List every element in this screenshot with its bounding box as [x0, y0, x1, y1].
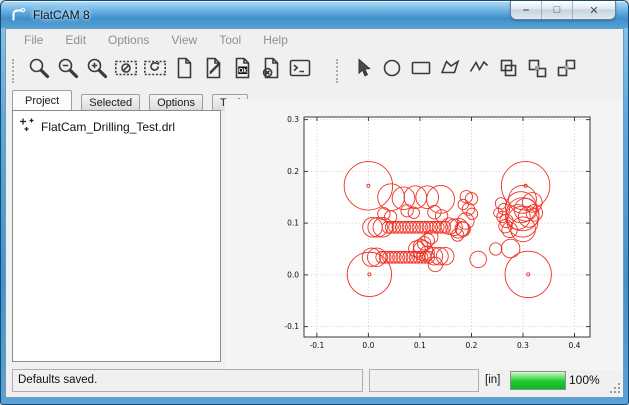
- zoom-in-icon: [85, 56, 109, 85]
- svg-text:Ok: Ok: [238, 68, 247, 75]
- save-ok-icon: Ok: [230, 56, 254, 85]
- zoom-out-icon: [56, 56, 80, 85]
- replot-button[interactable]: [140, 57, 169, 85]
- draw-circle-button[interactable]: [377, 57, 406, 85]
- zoom-fit-button[interactable]: [24, 57, 53, 85]
- draw-path-icon: [467, 56, 491, 85]
- zoom-fit-icon: [27, 56, 51, 85]
- units-label: [in]: [485, 369, 500, 392]
- svg-text:0.0: 0.0: [362, 341, 374, 350]
- progress-percent-label: 100%: [569, 369, 600, 392]
- window-title: FlatCAM 8: [33, 8, 90, 22]
- resize-grip[interactable]: [610, 383, 620, 393]
- edit-script-icon: [201, 56, 225, 85]
- replot-icon: [143, 56, 167, 85]
- tree-item-label: FlatCam_Drilling_Test.drl: [41, 120, 175, 134]
- svg-text:-0.1: -0.1: [284, 322, 299, 331]
- draw-rectangle-icon: [409, 56, 433, 85]
- tab-bar: ProjectSelectedOptionsTool: [12, 90, 257, 111]
- delete-object-icon: [259, 56, 283, 85]
- toolbar-group-2: [330, 56, 580, 86]
- move-objects-button[interactable]: [551, 57, 580, 85]
- menu-bar: FileEditOptionsViewToolHelp: [6, 29, 623, 52]
- svg-text:0.2: 0.2: [466, 341, 478, 350]
- toolbar-handle[interactable]: [336, 59, 341, 83]
- svg-text:0.3: 0.3: [287, 115, 299, 124]
- copy-geometry-button[interactable]: [522, 57, 551, 85]
- clear-plot-button[interactable]: [111, 57, 140, 85]
- svg-text:0.1: 0.1: [414, 341, 426, 350]
- draw-rectangle-button[interactable]: [406, 57, 435, 85]
- title-bar[interactable]: FlatCAM 8 –□✕: [1, 1, 628, 28]
- client-area: FileEditOptionsViewToolHelp Ok ProjectSe…: [5, 28, 624, 398]
- menu-edit[interactable]: Edit: [54, 29, 97, 52]
- close-button[interactable]: ✕: [572, 1, 615, 19]
- delete-object-button[interactable]: [256, 57, 285, 85]
- drill-marks-icon: [19, 117, 35, 136]
- copy-objects-icon: [496, 56, 520, 85]
- app-window: FlatCAM 8 –□✕ FileEditOptionsViewToolHel…: [0, 0, 629, 405]
- project-tree[interactable]: FlatCam_Drilling_Test.drl: [12, 110, 221, 362]
- toolbar-group-1: Ok: [6, 56, 314, 86]
- draw-circle-icon: [380, 56, 404, 85]
- status-bar: Defaults saved. [in] 100%: [6, 366, 623, 397]
- menu-view[interactable]: View: [160, 29, 208, 52]
- zoom-in-button[interactable]: [82, 57, 111, 85]
- menu-options[interactable]: Options: [97, 29, 160, 52]
- tab-selected[interactable]: Selected: [81, 94, 140, 111]
- plot-canvas[interactable]: -0.1 0.0 0.1 0.2 0.3 0.4 -0.1 0.0 0.1 0.2 0.3: [225, 99, 623, 370]
- draw-polygon-button[interactable]: [435, 57, 464, 85]
- menu-file[interactable]: File: [13, 29, 54, 52]
- status-message-panel: Defaults saved.: [12, 369, 363, 392]
- select-arrow-button[interactable]: [348, 57, 377, 85]
- zoom-out-button[interactable]: [53, 57, 82, 85]
- svg-text:0.4: 0.4: [569, 341, 581, 350]
- save-ok-button[interactable]: Ok: [227, 57, 256, 85]
- flatcam-logo-icon: [9, 6, 27, 24]
- svg-text:0.0: 0.0: [287, 271, 299, 280]
- svg-text:0.3: 0.3: [517, 341, 529, 350]
- shell-button[interactable]: [285, 57, 314, 85]
- draw-polygon-icon: [438, 56, 462, 85]
- edit-script-button[interactable]: [198, 57, 227, 85]
- tab-options[interactable]: Options: [149, 94, 203, 111]
- status-aux-panel: [369, 369, 479, 392]
- menu-tool[interactable]: Tool: [208, 29, 252, 52]
- minimize-button[interactable]: –: [511, 1, 541, 19]
- new-file-button[interactable]: [169, 57, 198, 85]
- plot-figure: -0.1 0.0 0.1 0.2 0.3 0.4 -0.1 0.0 0.1 0.2 0.3: [225, 99, 623, 370]
- move-objects-icon: [554, 56, 578, 85]
- new-file-icon: [172, 56, 196, 85]
- progress-bar: [510, 371, 566, 390]
- svg-text:0.1: 0.1: [287, 219, 299, 228]
- toolbar: Ok: [6, 52, 623, 89]
- select-arrow-icon: [351, 56, 375, 85]
- draw-path-button[interactable]: [464, 57, 493, 85]
- copy-objects-button[interactable]: [493, 57, 522, 85]
- tree-item[interactable]: FlatCam_Drilling_Test.drl: [15, 115, 218, 138]
- copy-geometry-icon: [525, 56, 549, 85]
- shell-icon: [288, 56, 312, 85]
- window-controls: –□✕: [510, 1, 616, 20]
- tab-project[interactable]: Project: [12, 90, 72, 111]
- toolbar-handle[interactable]: [12, 59, 17, 83]
- status-message: Defaults saved.: [18, 374, 97, 386]
- menu-help[interactable]: Help: [252, 29, 299, 52]
- maximize-button[interactable]: □: [541, 1, 572, 19]
- svg-text:-0.1: -0.1: [310, 341, 325, 350]
- clear-plot-icon: [114, 56, 138, 85]
- progress-fill: [511, 372, 565, 389]
- svg-text:0.2: 0.2: [287, 167, 299, 176]
